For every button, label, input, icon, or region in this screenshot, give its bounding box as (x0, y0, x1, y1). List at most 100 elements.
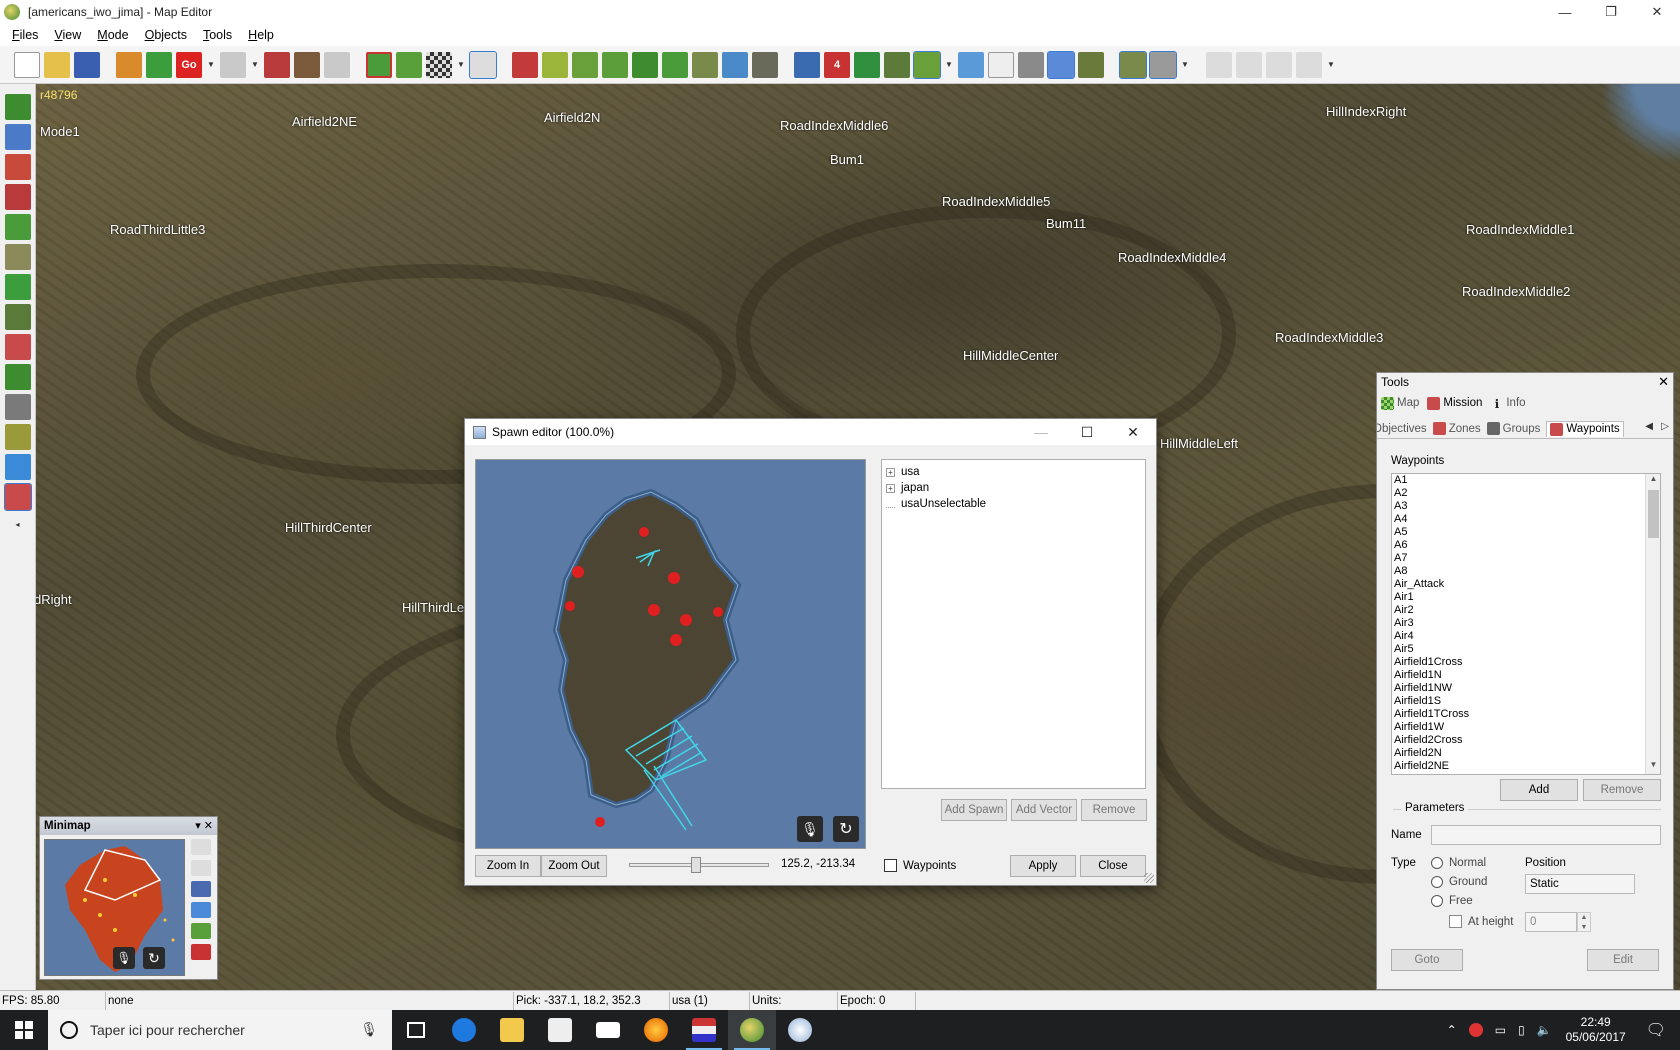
go-button[interactable]: Go (176, 51, 202, 78)
buildings-layer-icon[interactable] (4, 154, 31, 180)
edit-button[interactable]: Edit (1587, 949, 1659, 971)
microphone-icon[interactable]: 🎙 (360, 1021, 378, 1038)
grid-layer-icon[interactable] (4, 214, 31, 240)
refresh-icon[interactable]: ↻ (833, 816, 859, 842)
menu-help[interactable]: Help (240, 28, 282, 42)
close-icon[interactable]: ✕ (1658, 374, 1669, 390)
wrench-icon[interactable] (1149, 50, 1177, 79)
soldier-icon[interactable] (884, 51, 910, 78)
list-item[interactable]: Airfield1S (1392, 695, 1660, 708)
list-item[interactable]: Air1 (1392, 591, 1660, 604)
spawn-marker[interactable] (648, 604, 660, 616)
sky-layer-icon[interactable] (4, 454, 31, 480)
alert-view-icon[interactable] (191, 944, 211, 960)
map-waypoint-label[interactable]: RoadIndexMiddle1 (1466, 222, 1574, 237)
add-spawn-button[interactable]: Add Spawn (941, 799, 1007, 821)
chevron-down-icon[interactable]: ▼ (944, 52, 954, 78)
close-dialog-button[interactable]: Close (1080, 855, 1146, 877)
task-view-button[interactable] (392, 1010, 440, 1050)
heart-icon[interactable] (512, 51, 538, 78)
remove-spawn-button[interactable]: Remove (1081, 799, 1147, 821)
flag-icon[interactable] (854, 51, 880, 78)
add-waypoint-button[interactable]: Add (1500, 779, 1578, 801)
map-waypoint-label[interactable]: HillMiddleLeft (1160, 436, 1238, 451)
spawn-map-view[interactable]: 🎙 ↻ (475, 459, 866, 849)
spawn-layer-icon[interactable] (3, 483, 32, 511)
list-item[interactable]: Airfield1N (1392, 669, 1660, 682)
house-icon[interactable] (116, 51, 142, 78)
new-file-icon[interactable] (14, 51, 40, 78)
tab-mission[interactable]: Mission (1427, 396, 1482, 410)
scroll-down-icon[interactable]: ▼ (1646, 760, 1660, 774)
spawn-marker[interactable] (572, 566, 584, 578)
list-item[interactable]: Airfield1Cross (1392, 656, 1660, 669)
list-item[interactable]: A3 (1392, 500, 1660, 513)
taskbar-explorer[interactable] (488, 1010, 536, 1050)
terrain-layer-icon[interactable] (4, 94, 31, 120)
list-item[interactable]: Air3 (1392, 617, 1660, 630)
minimize-button[interactable]: — (1542, 0, 1588, 24)
list-item[interactable]: A4 (1392, 513, 1660, 526)
radio-free[interactable] (1431, 895, 1443, 907)
vegetation-layer-icon[interactable] (4, 274, 31, 300)
pencil-green-icon[interactable] (602, 51, 628, 78)
zoom-in-button[interactable]: Zoom In (475, 855, 541, 877)
list-item[interactable]: A2 (1392, 487, 1660, 500)
path-icon[interactable] (264, 51, 290, 78)
remove-waypoint-button[interactable]: Remove (1583, 779, 1661, 801)
save-icon[interactable] (74, 51, 100, 78)
globe-icon[interactable] (1047, 50, 1075, 79)
stepper-arrows-icon[interactable]: ▲ ▼ (1577, 912, 1591, 932)
water-icon[interactable] (722, 51, 748, 78)
tools-title-bar[interactable]: Tools ✕ (1377, 373, 1673, 391)
taskbar-firefox[interactable] (632, 1010, 680, 1050)
checker-icon[interactable] (426, 51, 452, 78)
map-waypoint-label[interactable]: HillMiddleCenter (963, 348, 1058, 363)
name-field[interactable] (1431, 825, 1661, 845)
list-item[interactable]: Airfield1NW (1392, 682, 1660, 695)
clock[interactable]: 22:49 05/06/2017 (1566, 1015, 1626, 1045)
list-icon[interactable] (988, 51, 1014, 78)
objects-icon[interactable] (794, 51, 820, 78)
spawn-marker[interactable] (565, 601, 575, 611)
volume-icon[interactable]: 🔈 (1537, 1023, 1552, 1037)
taskbar-edge[interactable] (440, 1010, 488, 1050)
spawn-marker[interactable] (680, 614, 692, 626)
refresh-icon[interactable]: ↻ (143, 947, 165, 969)
unit-view-icon[interactable] (191, 881, 211, 897)
taskbar-store[interactable] (536, 1010, 584, 1050)
minimap-controls[interactable]: ▾ ✕ (195, 819, 213, 832)
dialog-close-button[interactable]: ✕ (1110, 419, 1156, 445)
brush-icon[interactable] (542, 51, 568, 78)
microphone-icon[interactable]: 🎙 (797, 816, 823, 842)
undo-icon[interactable] (220, 51, 246, 78)
restore-button[interactable]: ❐ (1588, 0, 1634, 24)
unit-icon[interactable] (294, 51, 320, 78)
waypoints-scrollbar[interactable]: ▲ ▼ (1645, 474, 1660, 774)
tree-item-japan[interactable]: + japan (886, 480, 1141, 496)
map-waypoint-label[interactable]: Bum1 (830, 152, 864, 167)
zoom-out-button[interactable]: Zoom Out (541, 855, 607, 877)
list-item[interactable]: Airfield2N (1392, 747, 1660, 760)
list-item[interactable]: Airfield2Cross (1392, 734, 1660, 747)
zones-layer-icon[interactable] (4, 334, 31, 360)
spawn-marker[interactable] (595, 817, 605, 827)
waypoints-toggle[interactable]: Waypoints (884, 859, 956, 872)
minimap-title-bar[interactable]: Minimap ▾ ✕ (40, 817, 217, 835)
tab-zones[interactable]: Zones (1432, 422, 1481, 435)
type-ground-option[interactable]: Ground (1431, 876, 1487, 888)
expand-icon[interactable]: + (886, 467, 895, 477)
network-icon[interactable]: ▭ (1495, 1023, 1506, 1037)
road-icon[interactable] (752, 51, 778, 78)
number-badge-icon[interactable]: 4 (824, 51, 850, 78)
tree-icon[interactable] (662, 51, 688, 78)
spawn-tool-icon[interactable] (913, 50, 941, 79)
tab-objectives[interactable]: Objectives (1377, 423, 1427, 435)
list-item[interactable]: Air2 (1392, 604, 1660, 617)
list-item[interactable]: Air5 (1392, 643, 1660, 656)
list-item[interactable]: A5 (1392, 526, 1660, 539)
at-height-checkbox[interactable] (1449, 915, 1462, 928)
battery-icon[interactable]: ▯ (1518, 1023, 1525, 1037)
minimap-view[interactable]: 🎙 ↻ (44, 839, 185, 976)
map-waypoint-label[interactable]: HillThirdLe (402, 600, 464, 615)
